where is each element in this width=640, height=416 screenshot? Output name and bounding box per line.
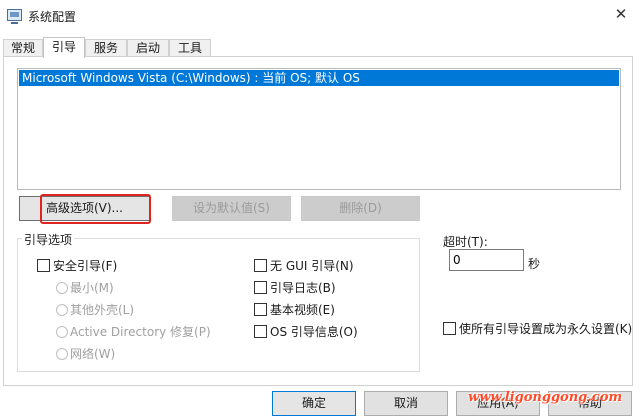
os-list[interactable]: Microsoft Windows Vista (C:\Windows) : 当… (17, 68, 621, 190)
tab-tools[interactable]: 工具 (169, 39, 211, 57)
timeout-label: 超时(T): (443, 235, 488, 249)
boot-options-label: 引导选项 (22, 231, 75, 248)
alternate-shell-radio[interactable] (56, 304, 68, 316)
title-bar: 系统配置 ✕ (0, 0, 640, 30)
make-permanent-label: 使所有引导设置成为永久设置(K) (459, 322, 633, 336)
boot-log-checkbox[interactable] (254, 281, 267, 294)
alternate-shell-label: 其他外壳(L) (70, 303, 135, 317)
site-watermark: www.ligonggong.com (468, 390, 623, 405)
network-radio[interactable] (56, 348, 68, 360)
tab-general[interactable]: 常规 (3, 39, 43, 57)
os-boot-info-label: OS 引导信息(O) (270, 325, 358, 339)
no-gui-boot-label: 无 GUI 引导(N) (270, 259, 354, 273)
advanced-options-button[interactable]: 高级选项(V)... (19, 196, 150, 221)
ad-repair-radio[interactable] (56, 326, 68, 338)
timeout-input[interactable] (449, 249, 524, 271)
tab-boot[interactable]: 引导 (43, 37, 85, 58)
os-list-item[interactable]: Microsoft Windows Vista (C:\Windows) : 当… (19, 70, 619, 86)
safe-boot-label: 安全引导(F) (53, 259, 118, 273)
boot-log-label: 引导日志(B) (270, 281, 336, 295)
base-video-checkbox[interactable] (254, 303, 267, 316)
tab-services[interactable]: 服务 (85, 39, 127, 57)
network-label: 网络(W) (70, 347, 116, 361)
window-title: 系统配置 (28, 10, 77, 24)
ok-button[interactable]: 确定 (272, 391, 356, 416)
system-config-icon (7, 9, 22, 24)
safe-boot-checkbox[interactable] (37, 259, 50, 272)
tab-startup[interactable]: 启动 (127, 39, 169, 57)
close-button[interactable]: ✕ (610, 4, 632, 24)
no-gui-boot-checkbox[interactable] (254, 259, 267, 272)
os-boot-info-checkbox[interactable] (254, 325, 267, 338)
make-permanent-checkbox[interactable] (443, 322, 456, 335)
timeout-unit: 秒 (528, 257, 541, 271)
delete-button[interactable]: 删除(D) (301, 196, 420, 221)
minimal-label: 最小(M) (70, 281, 114, 295)
set-default-button[interactable]: 设为默认值(S) (172, 196, 291, 221)
cancel-button[interactable]: 取消 (364, 391, 448, 416)
base-video-label: 基本视频(E) (270, 303, 335, 317)
ad-repair-label: Active Directory 修复(P) (70, 325, 211, 339)
minimal-radio[interactable] (56, 282, 68, 294)
